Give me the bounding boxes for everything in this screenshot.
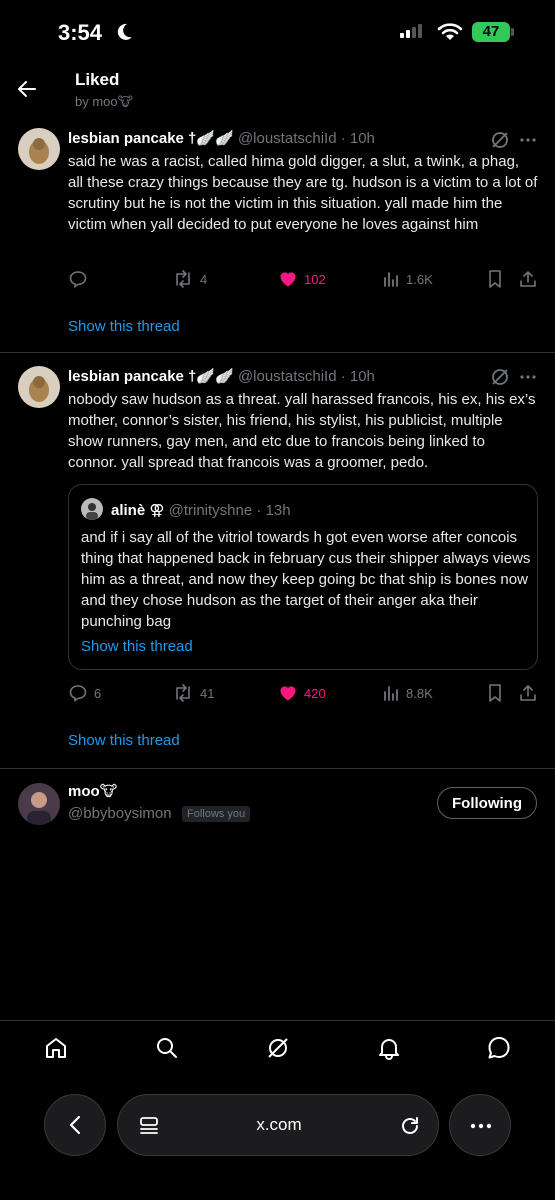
bottom-nav: [0, 1020, 555, 1076]
moon-icon: [117, 23, 132, 40]
more-icon[interactable]: [518, 369, 538, 385]
reply-button[interactable]: 6: [68, 683, 101, 703]
author-handle[interactable]: @loustatschiId · 10h: [238, 368, 375, 385]
status-time: 3:54: [58, 20, 103, 45]
follows-you-badge: Follows you: [182, 806, 251, 822]
more-icon[interactable]: [518, 132, 538, 148]
tweet-actions: 6 41 420 8.8K: [68, 683, 538, 705]
show-thread-link[interactable]: Show this thread: [68, 732, 180, 749]
views-count: 1.6K: [406, 271, 433, 287]
battery-level: 47: [482, 23, 500, 40]
user-avatar[interactable]: [18, 783, 60, 825]
user-handle: @bbyboysimon: [68, 805, 172, 822]
views-button[interactable]: 1.6K: [382, 269, 433, 289]
browser-more-button[interactable]: [449, 1094, 511, 1156]
reload-icon[interactable]: [399, 1115, 421, 1137]
reply-count: 6: [94, 685, 102, 701]
heart-filled-icon: [280, 686, 296, 701]
user-row[interactable]: moo🐮 @bbyboysimon Follows you Following: [0, 769, 555, 839]
notifications-bell-icon[interactable]: [376, 1035, 402, 1061]
home-icon[interactable]: [43, 1035, 69, 1061]
repost-button[interactable]: 41: [172, 683, 214, 703]
messages-icon[interactable]: [486, 1035, 512, 1061]
quoted-author-handle: @trinityshne · 13h: [168, 502, 291, 519]
quoted-author-name: alinè ⚢: [111, 502, 165, 519]
views-icon: [384, 272, 398, 287]
browser-back-button[interactable]: [44, 1094, 106, 1156]
cellular-signal-icon: [400, 24, 422, 38]
share-icon[interactable]: [518, 683, 538, 703]
chevron-left-icon: [69, 1115, 81, 1135]
show-thread-link[interactable]: Show this thread: [68, 318, 180, 335]
more-icon: [470, 1123, 492, 1129]
page-title: Liked: [75, 70, 120, 89]
grok-icon[interactable]: [490, 367, 510, 387]
author-name[interactable]: lesbian pancake †🪽🪽: [68, 130, 234, 147]
page-subtitle: by moo🐮: [75, 94, 134, 109]
quoted-avatar[interactable]: [81, 498, 103, 520]
like-button[interactable]: 102: [278, 269, 326, 289]
like-count: 420: [304, 685, 326, 701]
tweet-header: lesbian pancake †🪽🪽 @loustatschiId · 10h: [68, 367, 375, 385]
grok-icon[interactable]: [490, 130, 510, 150]
quoted-show-thread-link[interactable]: Show this thread: [81, 638, 193, 655]
repost-icon: [176, 684, 190, 702]
reply-button[interactable]: [68, 269, 94, 289]
avatar[interactable]: [18, 366, 60, 408]
views-icon: [384, 686, 398, 701]
following-button[interactable]: Following: [437, 787, 537, 819]
quoted-text: and if i say all of the vitriol towards …: [81, 529, 531, 630]
repost-count: 4: [200, 271, 208, 287]
views-count: 8.8K: [406, 685, 433, 701]
user-name: moo🐮: [68, 783, 118, 800]
status-bar: 3:54 47: [0, 0, 555, 62]
tweet-text: said he was a racist, called hima gold d…: [68, 153, 538, 233]
author-handle[interactable]: @loustatschiId · 10h: [238, 130, 375, 147]
repost-count: 41: [200, 685, 215, 701]
quoted-tweet[interactable]: alinè ⚢ @trinityshne · 13h and if i say …: [68, 484, 538, 670]
url-text: x.com: [256, 1115, 302, 1134]
heart-filled-icon: [280, 272, 296, 287]
wifi-icon: [437, 23, 463, 40]
address-bar[interactable]: x.com: [117, 1094, 439, 1156]
battery-icon: 47: [472, 22, 510, 42]
tweet[interactable]: lesbian pancake †🪽🪽 @loustatschiId · 10h…: [0, 120, 555, 353]
reply-icon: [69, 271, 87, 289]
browser-toolbar: x.com: [0, 1080, 555, 1200]
bookmark-icon[interactable]: [486, 683, 504, 703]
like-count: 102: [304, 271, 326, 287]
back-arrow-icon[interactable]: [16, 78, 38, 100]
reply-icon: [69, 685, 87, 703]
author-name[interactable]: lesbian pancake †🪽🪽: [68, 368, 234, 385]
like-button[interactable]: 420: [278, 683, 326, 703]
views-button[interactable]: 8.8K: [382, 683, 433, 703]
page-header: Liked by moo🐮: [0, 62, 555, 120]
avatar[interactable]: [18, 128, 60, 170]
tweet-actions: 4 102 1.6K: [68, 269, 538, 291]
share-icon[interactable]: [518, 269, 538, 289]
battery-tip: [511, 28, 514, 36]
quoted-header: alinè ⚢ @trinityshne · 13h: [111, 501, 291, 519]
tweet-text: nobody saw hudson as a threat. yall hara…: [68, 391, 536, 471]
repost-icon: [176, 270, 190, 288]
bookmark-icon[interactable]: [486, 269, 504, 289]
search-icon[interactable]: [154, 1035, 180, 1061]
repost-button[interactable]: 4: [172, 269, 207, 289]
grok-nav-icon[interactable]: [265, 1035, 291, 1061]
tweet-header: lesbian pancake †🪽🪽 @loustatschiId · 10h: [68, 129, 375, 147]
